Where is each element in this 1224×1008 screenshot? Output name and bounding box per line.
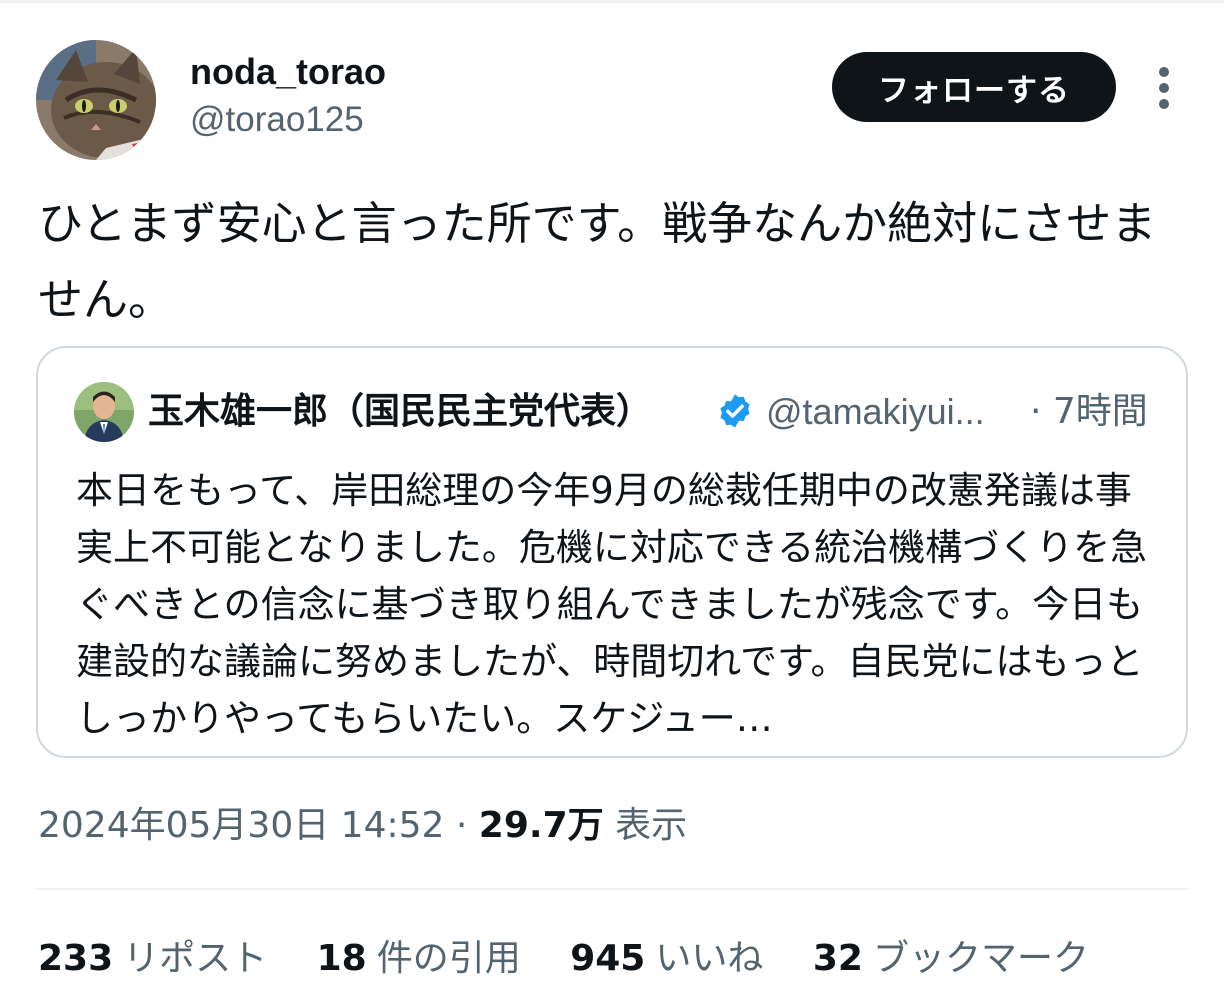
quoted-display-name: 玉木雄一郎（国民民主党代表）	[148, 391, 653, 432]
likes-label: いいね	[655, 938, 764, 979]
top-divider	[0, 0, 1224, 3]
bookmarks-count: 32	[812, 938, 863, 979]
author-handle[interactable]: @torao125	[190, 98, 364, 142]
engagement-stats: 233 リポスト 18 件の引用 945 いいね 32 ブックマーク	[38, 934, 1127, 984]
author-display-name[interactable]: noda_torao	[190, 50, 386, 94]
reposts-label: リポスト	[123, 938, 268, 979]
views-count: 29.7万	[478, 805, 604, 846]
quoted-tweet-text: 本日をもって、岸田総理の今年9月の総裁任期中の改憲発議は事実上不可能となりました…	[76, 469, 1148, 740]
quoted-author-avatar	[74, 382, 134, 442]
tweet-meta: 2024年05月30日 14:52 · 29.7万 表示	[38, 800, 687, 852]
author-avatar[interactable]	[36, 40, 156, 160]
follow-button[interactable]: フォローする	[832, 52, 1116, 122]
bookmarks-stat[interactable]: 32 ブックマーク	[813, 934, 1089, 984]
quotes-label: 件の引用	[376, 938, 521, 979]
quotes-count: 18	[316, 938, 367, 979]
likes-stat[interactable]: 945 いいね	[570, 934, 763, 984]
reposts-count: 233	[38, 938, 114, 979]
bookmarks-label: ブックマーク	[872, 938, 1089, 979]
meta-separator: ·	[455, 805, 468, 846]
verified-badge-icon	[716, 392, 754, 430]
likes-count: 945	[570, 938, 646, 979]
quotes-stat[interactable]: 18 件の引用	[317, 934, 521, 984]
views-label: 表示	[615, 805, 688, 846]
reposts-stat[interactable]: 233 リポスト	[38, 934, 267, 984]
stats-divider	[36, 888, 1188, 890]
tweet-timestamp[interactable]: 2024年05月30日 14:52	[38, 805, 444, 846]
quoted-time: · 7時間	[1030, 391, 1148, 432]
quoted-tweet-card[interactable]: 玉木雄一郎（国民民主党代表） @tamakiyui... · 7時間 本日をもっ…	[36, 346, 1188, 758]
tweet-text: ひとまず安心と言った所です。戦争なんか絶対にさせません。	[38, 197, 1157, 326]
more-vertical-icon[interactable]	[1144, 66, 1184, 110]
quoted-handle: @tamakiyui...	[766, 391, 985, 432]
